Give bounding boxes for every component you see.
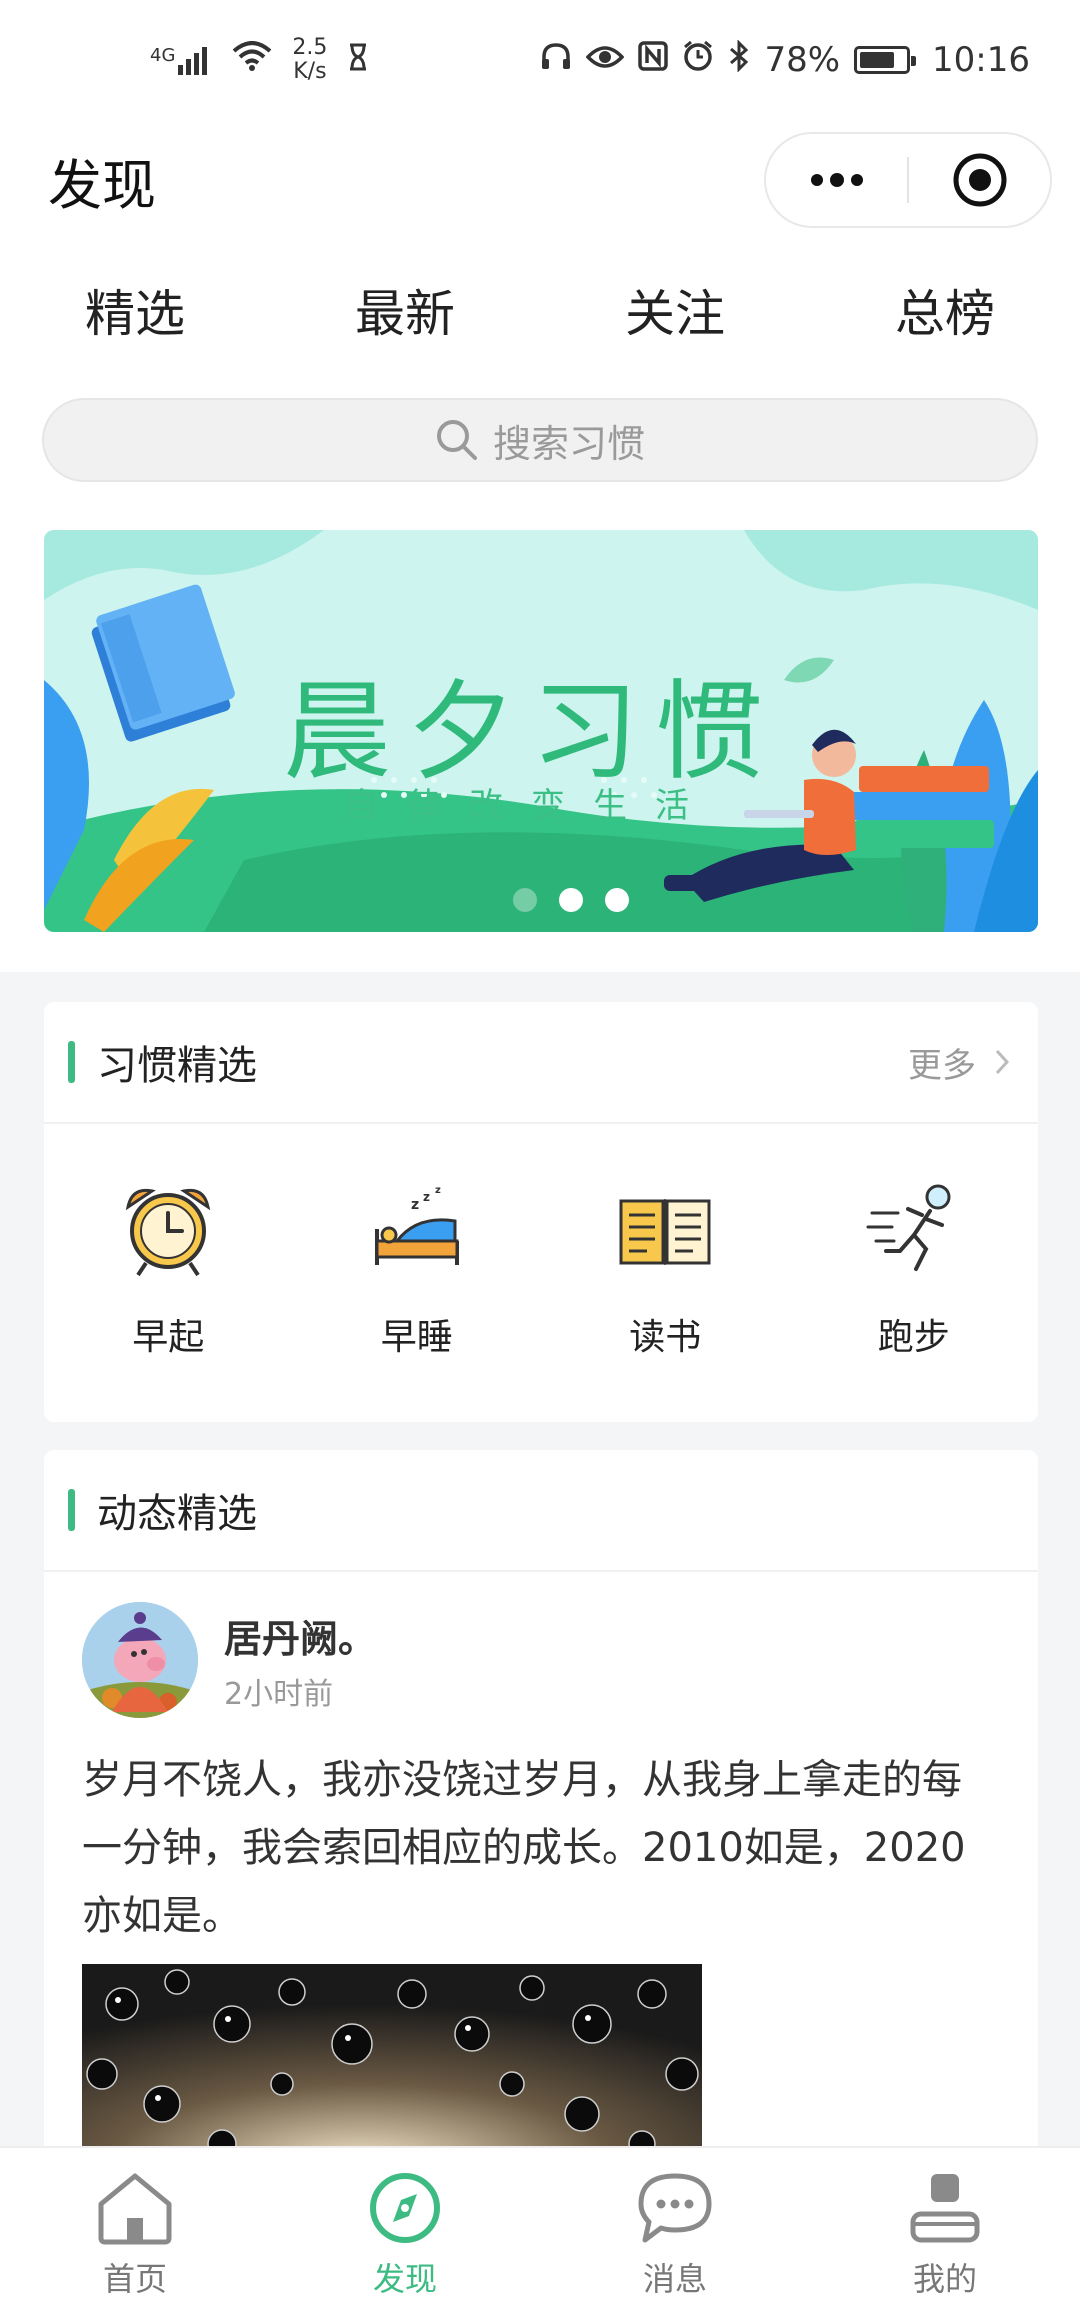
home-icon	[98, 2173, 172, 2245]
tab-label: 精选	[85, 285, 185, 343]
nav-messages[interactable]: 消息	[540, 2148, 810, 2310]
habit-grid: 早起 zzz 早睡 读书 跑步	[44, 1124, 1038, 1360]
running-person-icon	[859, 1174, 969, 1284]
page-title: 发现	[48, 153, 156, 217]
profile-icon	[910, 2174, 980, 2243]
status-bar: 4G 2.5 K/s 78% 10:16	[0, 0, 1080, 120]
nav-label: 我的	[912, 2260, 977, 2298]
signal-icon: 4G	[150, 45, 212, 75]
habit-item-reading[interactable]: 读书	[541, 1174, 790, 1360]
habit-label: 跑步	[877, 1317, 950, 1358]
battery-percent: 78%	[764, 40, 841, 80]
nav-home[interactable]: 首页	[0, 2148, 270, 2310]
post-author[interactable]: 居丹阙。 2小时前	[82, 1602, 1000, 1718]
post-meta: 居丹阙。 2小时前	[224, 1608, 376, 1713]
chat-bubble-icon	[638, 2173, 712, 2243]
net-speed-value: 2.5	[292, 35, 328, 60]
nfc-icon	[638, 40, 669, 80]
bed-sleep-icon: zzz	[362, 1174, 472, 1284]
habit-item-sleep-early[interactable]: zzz 早睡	[293, 1174, 542, 1360]
alarm-icon	[682, 40, 714, 81]
nav-label: 消息	[642, 2260, 707, 2298]
section-title: 习惯精选	[97, 1043, 257, 1089]
banner-area: 晨夕习惯 自律改变生活	[0, 490, 1080, 972]
habit-section: 习惯精选 更多 早起 zzz 早睡 读书 跑步	[44, 1002, 1038, 1422]
carousel-dot[interactable]	[605, 888, 629, 912]
battery-icon	[854, 46, 917, 74]
avatar[interactable]	[82, 1602, 198, 1718]
close-miniprogram-button[interactable]	[909, 134, 1050, 226]
net-speed: 2.5 K/s	[292, 36, 327, 84]
feed-post[interactable]: 居丹阙。 2小时前 岁月不饶人，我亦没饶过岁月，从我身上拿走的每一分钟，我会索回…	[44, 1572, 1038, 2150]
banner-subtitle: 自律改变生活	[345, 786, 717, 826]
search-input[interactable]: 搜索习惯	[42, 398, 1038, 482]
alarm-clock-icon	[113, 1174, 223, 1284]
tab-label: 关注	[625, 285, 725, 343]
bluetooth-icon	[728, 38, 750, 81]
section-accent-bar	[68, 1489, 75, 1531]
miniprogram-capsule	[764, 132, 1052, 228]
wifi-icon	[232, 40, 272, 80]
post-text: 岁月不饶人，我亦没饶过岁月，从我身上拿走的每一分钟，我会索回相应的成长。2010…	[82, 1757, 966, 1939]
tab-label: 总榜	[895, 285, 995, 343]
compass-icon	[370, 2173, 440, 2243]
tab-bar: 精选 最新 关注 总榜	[0, 240, 1080, 380]
tab-following[interactable]: 关注	[540, 240, 810, 380]
post-image[interactable]	[82, 1964, 702, 2150]
tab-leaderboard[interactable]: 总榜	[810, 240, 1080, 380]
carousel-dot[interactable]	[513, 888, 537, 912]
nav-profile[interactable]: 我的	[810, 2148, 1080, 2310]
carousel-dot[interactable]	[559, 888, 583, 912]
search-placeholder: 搜索习惯	[492, 421, 645, 466]
feed-section: 动态精选 居丹阙。 2小时前 岁月不饶人，我亦没饶过岁月，从我身上拿走的每一分钟…	[44, 1450, 1038, 2150]
habit-label: 早起	[132, 1317, 205, 1358]
headphones-icon	[540, 40, 572, 80]
bottom-nav: 首页 发现 消息 我的	[0, 2146, 1080, 2310]
more-label: 更多	[908, 1045, 976, 1086]
header: 发现	[0, 120, 1080, 240]
clock-time: 10:16	[932, 40, 1030, 80]
net-speed-unit: K/s	[293, 59, 327, 84]
more-dots-icon	[810, 173, 863, 187]
section-title: 动态精选	[97, 1491, 257, 1537]
habit-item-wake-early[interactable]: 早起	[44, 1174, 293, 1360]
habit-label: 读书	[629, 1317, 702, 1358]
chevron-right-icon	[995, 1049, 1010, 1075]
user-name[interactable]: 居丹阙。	[224, 1608, 376, 1663]
nav-discover[interactable]: 发现	[270, 2148, 540, 2310]
carousel-indicator	[44, 888, 1038, 912]
more-menu-button[interactable]	[766, 134, 907, 226]
section-accent-bar	[68, 1041, 75, 1083]
nav-label: 首页	[102, 2260, 167, 2298]
tab-label: 最新	[355, 285, 455, 343]
habit-item-running[interactable]: 跑步	[790, 1174, 1039, 1360]
post-time: 2小时前	[224, 1676, 334, 1712]
search-area: 搜索习惯	[0, 380, 1080, 490]
battery-fill	[860, 52, 895, 68]
banner-carousel[interactable]: 晨夕习惯 自律改变生活	[44, 530, 1038, 932]
target-circle-icon	[953, 153, 1006, 207]
habit-section-header: 习惯精选 更多	[44, 1002, 1038, 1124]
svg-text:z: z	[423, 1190, 430, 1204]
more-link[interactable]: 更多	[908, 1038, 1010, 1087]
tab-latest[interactable]: 最新	[270, 240, 540, 380]
svg-text:z: z	[411, 1197, 419, 1213]
hourglass-icon	[347, 40, 369, 80]
svg-text:z: z	[435, 1185, 441, 1196]
tab-featured[interactable]: 精选	[0, 240, 270, 380]
network-type: 4G	[150, 45, 176, 66]
open-book-icon	[610, 1174, 720, 1284]
habit-label: 早睡	[380, 1317, 453, 1358]
nav-label: 发现	[372, 2260, 437, 2298]
search-icon	[436, 420, 477, 460]
eye-icon	[586, 40, 625, 80]
feed-section-header: 动态精选	[44, 1450, 1038, 1572]
